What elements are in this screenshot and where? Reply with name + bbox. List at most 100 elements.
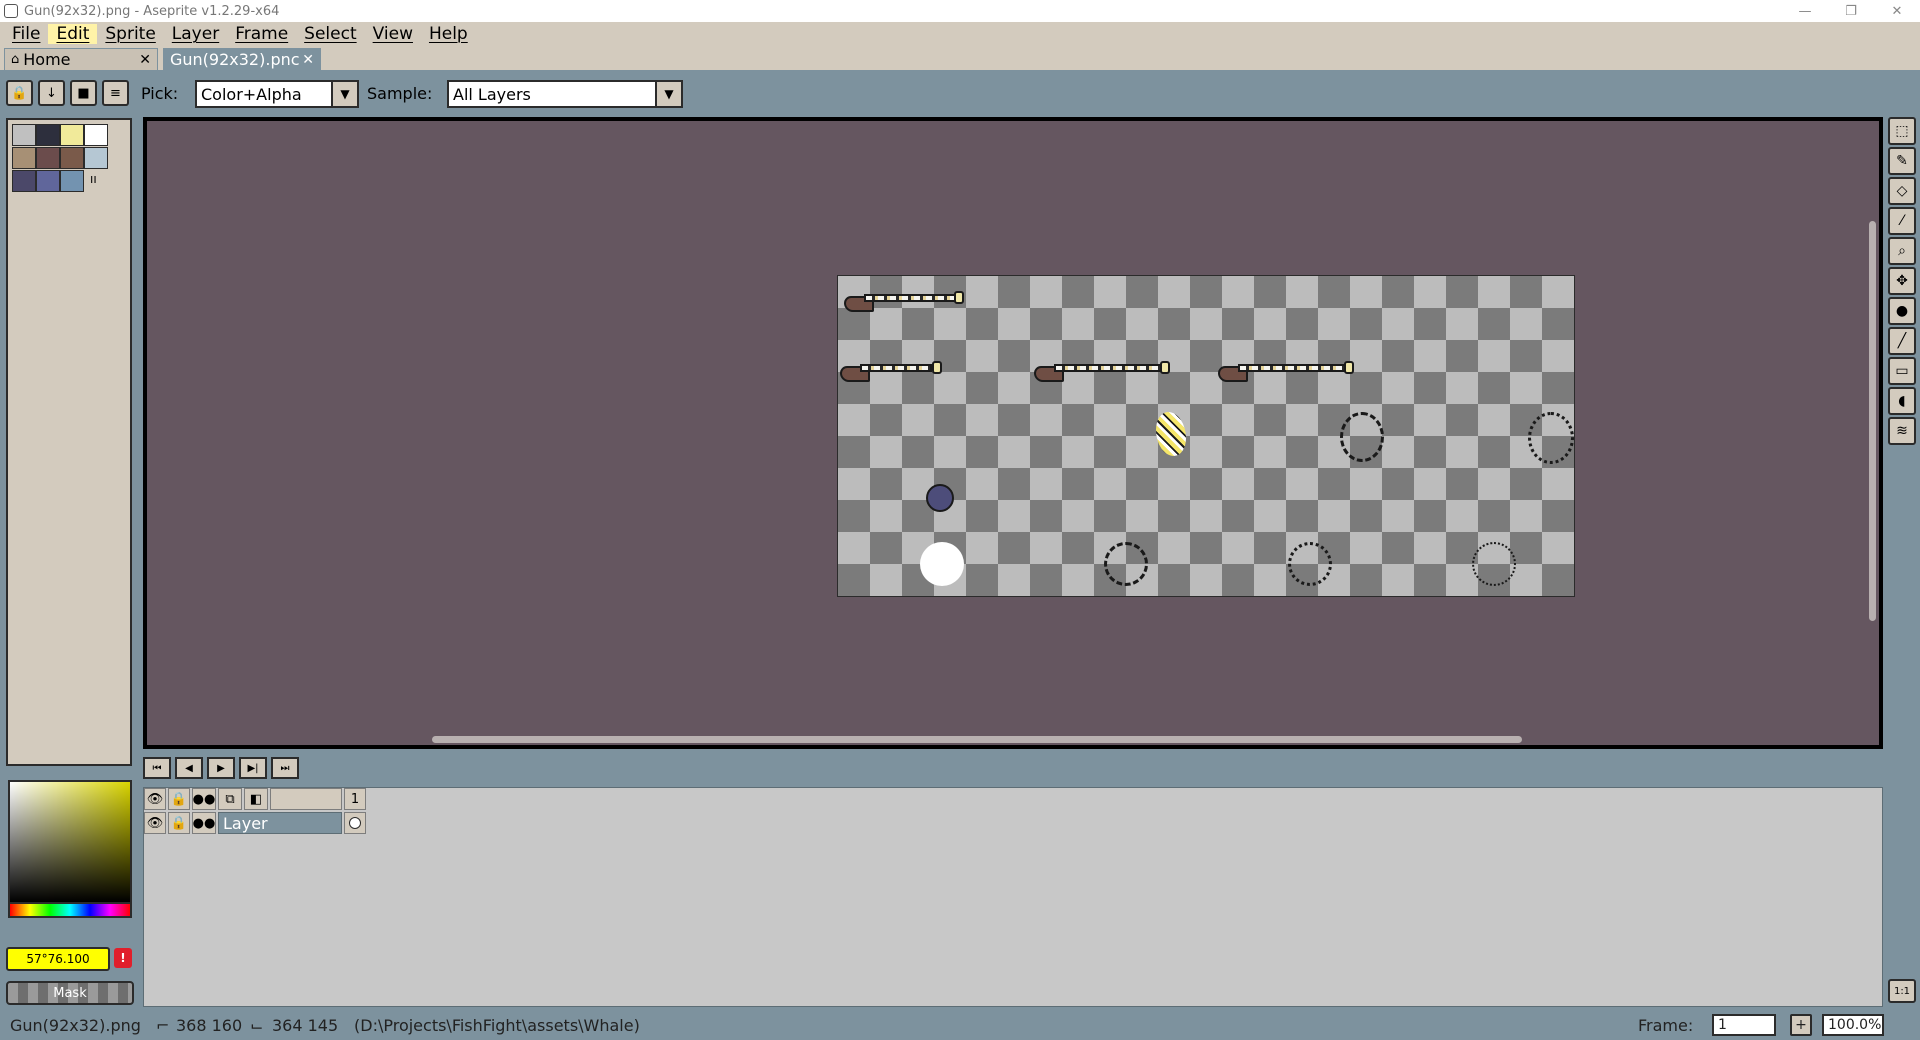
close-window-button[interactable]: ✕	[1874, 0, 1920, 22]
window-title: Gun(92x32).png - Aseprite v1.2.29-x64	[24, 3, 280, 19]
menu-help[interactable]: Help	[421, 24, 476, 44]
pick-select[interactable]: Color+Alpha ▼	[195, 80, 359, 108]
menu-edit[interactable]: Edit	[48, 24, 98, 44]
next-frame-icon[interactable]: ▶|	[239, 757, 267, 779]
lock-icon[interactable]: 🔒	[168, 812, 190, 834]
mask-button[interactable]: Mask	[6, 981, 134, 1005]
sample-select[interactable]: All Layers ▼	[447, 80, 683, 108]
arrow-down-icon[interactable]: ↓	[38, 80, 65, 106]
sprite-canvas[interactable]	[837, 275, 1575, 597]
layer-row-name[interactable]: Layer	[218, 812, 342, 834]
color-value-display[interactable]: 57°76.100	[6, 947, 110, 971]
chevron-down-icon[interactable]: ▼	[655, 82, 681, 106]
last-frame-icon[interactable]: ⏭	[271, 757, 299, 779]
playback-controls: ⏮ ◀ ▶ ▶| ⏭	[143, 757, 299, 779]
square-icon[interactable]: ■	[70, 80, 97, 106]
menu-view[interactable]: View	[365, 24, 421, 44]
layers-icon[interactable]: ◧	[244, 788, 268, 810]
impact-sprite	[1104, 542, 1148, 586]
onion-skin-icon[interactable]: ●●	[192, 812, 216, 834]
frame-input[interactable]: 1	[1712, 1014, 1776, 1036]
zoom-input[interactable]: 100.0%	[1822, 1014, 1884, 1036]
tab-bar: ⌂ Home ✕ Gun(92x32).pnc ✕	[0, 46, 1920, 70]
palette-swatch[interactable]	[12, 147, 36, 169]
gun-sprite	[840, 360, 950, 382]
file-path: (D:\Projects\FishFight\assets\Whale)	[354, 1016, 640, 1035]
paint-bucket-tool-icon[interactable]: ●	[1888, 297, 1916, 325]
minimize-button[interactable]: —	[1782, 0, 1828, 22]
impact-sprite	[1288, 542, 1332, 586]
impact-sprite	[1472, 542, 1516, 586]
onion-skin-icon[interactable]: ●●	[192, 788, 216, 810]
link-icon[interactable]: ⧉	[218, 788, 242, 810]
pencil-tool-icon[interactable]: ✎	[1888, 147, 1916, 175]
previous-frame-icon[interactable]: ◀	[175, 757, 203, 779]
restore-button[interactable]: ❐	[1828, 0, 1874, 22]
horizontal-scrollbar[interactable]	[432, 736, 1522, 743]
fit-zoom-button[interactable]: 1:1	[1888, 979, 1916, 1003]
gun-sprite	[1218, 360, 1358, 382]
menu-sprite[interactable]: Sprite	[97, 24, 163, 44]
vertical-scrollbar[interactable]	[1869, 221, 1876, 621]
menu-icon[interactable]: ≡	[102, 80, 129, 106]
eye-icon[interactable]: 👁	[144, 788, 166, 810]
eraser-tool-icon[interactable]: ◇	[1888, 177, 1916, 205]
palette-swatch[interactable]	[60, 147, 84, 169]
hue-slider[interactable]	[8, 902, 132, 918]
palette-swatch[interactable]	[36, 124, 60, 146]
palette-swatch[interactable]	[60, 170, 84, 192]
line-tool-icon[interactable]: ╱	[1888, 327, 1916, 355]
chevron-down-icon[interactable]: ▼	[331, 82, 357, 106]
gun-sprite	[844, 290, 968, 312]
lock-icon[interactable]: 🔒	[6, 80, 33, 106]
gun-sprite	[1034, 360, 1174, 382]
palette-panel: ıı	[6, 118, 132, 766]
rectangle-tool-icon[interactable]: ▭	[1888, 357, 1916, 385]
palette-swatch[interactable]	[36, 147, 60, 169]
palette-swatch[interactable]	[60, 124, 84, 146]
menu-frame[interactable]: Frame	[227, 24, 296, 44]
play-icon[interactable]: ▶	[207, 757, 235, 779]
menu-file[interactable]: File	[4, 24, 48, 44]
color-saturation-picker[interactable]	[8, 780, 132, 904]
selection-size: 364 145	[272, 1016, 339, 1035]
frame-cel[interactable]	[344, 812, 366, 834]
close-icon[interactable]: ✕	[139, 52, 151, 68]
timeline-panel: 👁 🔒 ●● ⧉ ◧ 1 👁 🔒 ●● Layer	[143, 787, 1883, 1007]
header-spacer	[270, 788, 342, 810]
menu-select[interactable]: Select	[296, 24, 364, 44]
blur-tool-icon[interactable]: ≋	[1888, 417, 1916, 445]
tab-document[interactable]: Gun(92x32).pnc ✕	[163, 48, 321, 70]
lock-icon[interactable]: 🔒	[168, 788, 190, 810]
flash-sprite	[1528, 412, 1574, 464]
palette-swatch-transparent[interactable]	[12, 124, 36, 146]
sample-select-value: All Layers	[453, 84, 531, 104]
tab-home[interactable]: ⌂ Home ✕	[4, 48, 158, 70]
eyedropper-tool-icon[interactable]: ⁄	[1888, 207, 1916, 235]
frame-header[interactable]: 1	[344, 788, 366, 810]
add-frame-button[interactable]: +	[1790, 1014, 1812, 1036]
palette-swatch[interactable]	[36, 170, 60, 192]
palette-count: ıı	[90, 172, 97, 186]
marquee-tool-icon[interactable]: ⬚	[1888, 117, 1916, 145]
palette-swatch[interactable]	[84, 124, 108, 146]
flash-sprite	[1156, 412, 1186, 456]
palette-swatch[interactable]	[84, 147, 108, 169]
eye-icon[interactable]: 👁	[144, 812, 166, 834]
menu-layer[interactable]: Layer	[164, 24, 227, 44]
impact-sprite	[920, 542, 964, 586]
status-bar: Gun(92x32).png ⌐ 368 160 ⌙ 364 145 (D:\P…	[0, 1010, 1920, 1040]
move-tool-icon[interactable]: ✥	[1888, 267, 1916, 295]
warning-icon[interactable]: !	[114, 948, 132, 968]
status-filename: Gun(92x32).png	[10, 1016, 141, 1035]
home-icon: ⌂	[11, 52, 20, 67]
contour-tool-icon[interactable]: ◖	[1888, 387, 1916, 415]
menu-bar: File Edit Sprite Layer Frame Select View…	[0, 22, 1920, 46]
zoom-tool-icon[interactable]: ⌕	[1888, 237, 1916, 265]
cursor-icon: ⌐	[156, 1016, 170, 1035]
first-frame-icon[interactable]: ⏮	[143, 757, 171, 779]
sprite-editor[interactable]	[143, 117, 1883, 749]
close-icon[interactable]: ✕	[302, 52, 314, 68]
window-title-bar: Gun(92x32).png - Aseprite v1.2.29-x64 — …	[0, 0, 1920, 22]
palette-swatch[interactable]	[12, 170, 36, 192]
